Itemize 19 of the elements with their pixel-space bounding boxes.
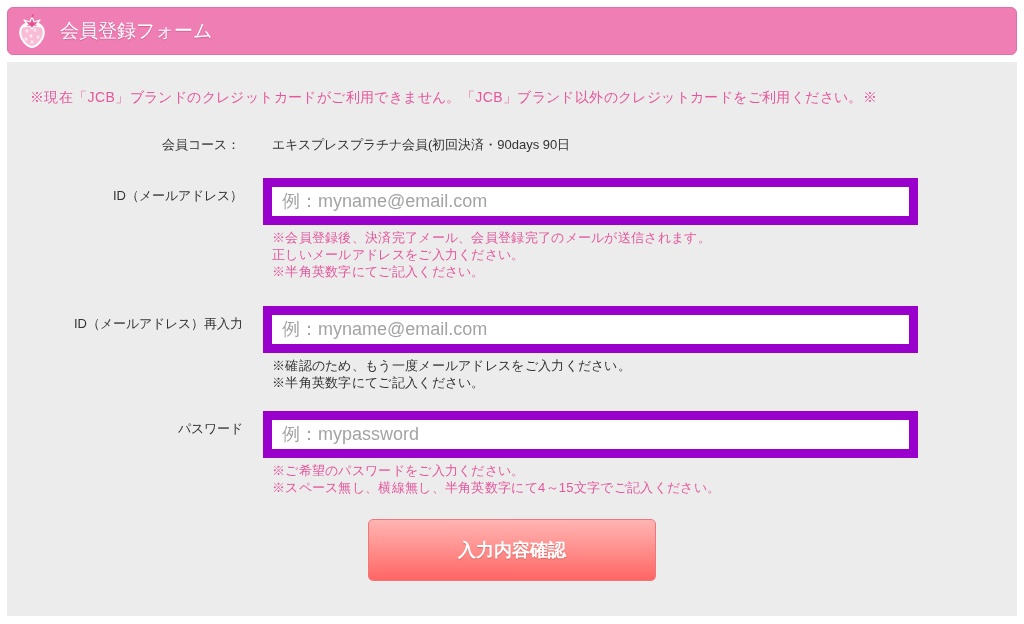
input-field[interactable]: 例：myname@email.com [263,178,918,225]
notice-text: ※現在「JCB」ブランドのクレジットカードがご利用できません。「JCB」ブランド以外のクレジットカードをご利用ください。※ [29,88,879,107]
note-text: ※半角英数字にてご記入ください。 [272,374,486,391]
course-label: 会員コース： [161,136,240,154]
note-text: ※スペース無し、横線無し、半角英数字にて4～15文字でご記入ください。 [272,479,722,496]
note-text: ※会員登録後、決済完了メール、会員登録完了のメールが送信されます。 [272,229,712,246]
field-label: ID（メールアドレス） [112,187,243,204]
note-text: 正しいメールアドレスをご入力ください。 [272,246,526,263]
strawberry-icon [16,14,48,48]
course-value: エキスプレスプラチナ会員(初回決済・90days 90日 [272,136,571,154]
field-label: パスワード [177,420,243,437]
note-text: ※半角英数字にてご記入ください。 [272,263,486,280]
field-label: ID（メールアドレス）再入力 [73,315,243,332]
confirm-button[interactable]: 入力内容確認 [368,519,656,581]
input-field[interactable]: 例：myname@email.com [263,306,918,353]
input-field[interactable]: 例：mypassword [263,411,918,458]
form-title: 会員登録フォーム [60,19,212,43]
note-text: ※ご希望のパスワードをご入力ください。 [272,462,526,479]
note-text: ※確認のため、もう一度メールアドレスをご入力ください。 [272,357,633,374]
